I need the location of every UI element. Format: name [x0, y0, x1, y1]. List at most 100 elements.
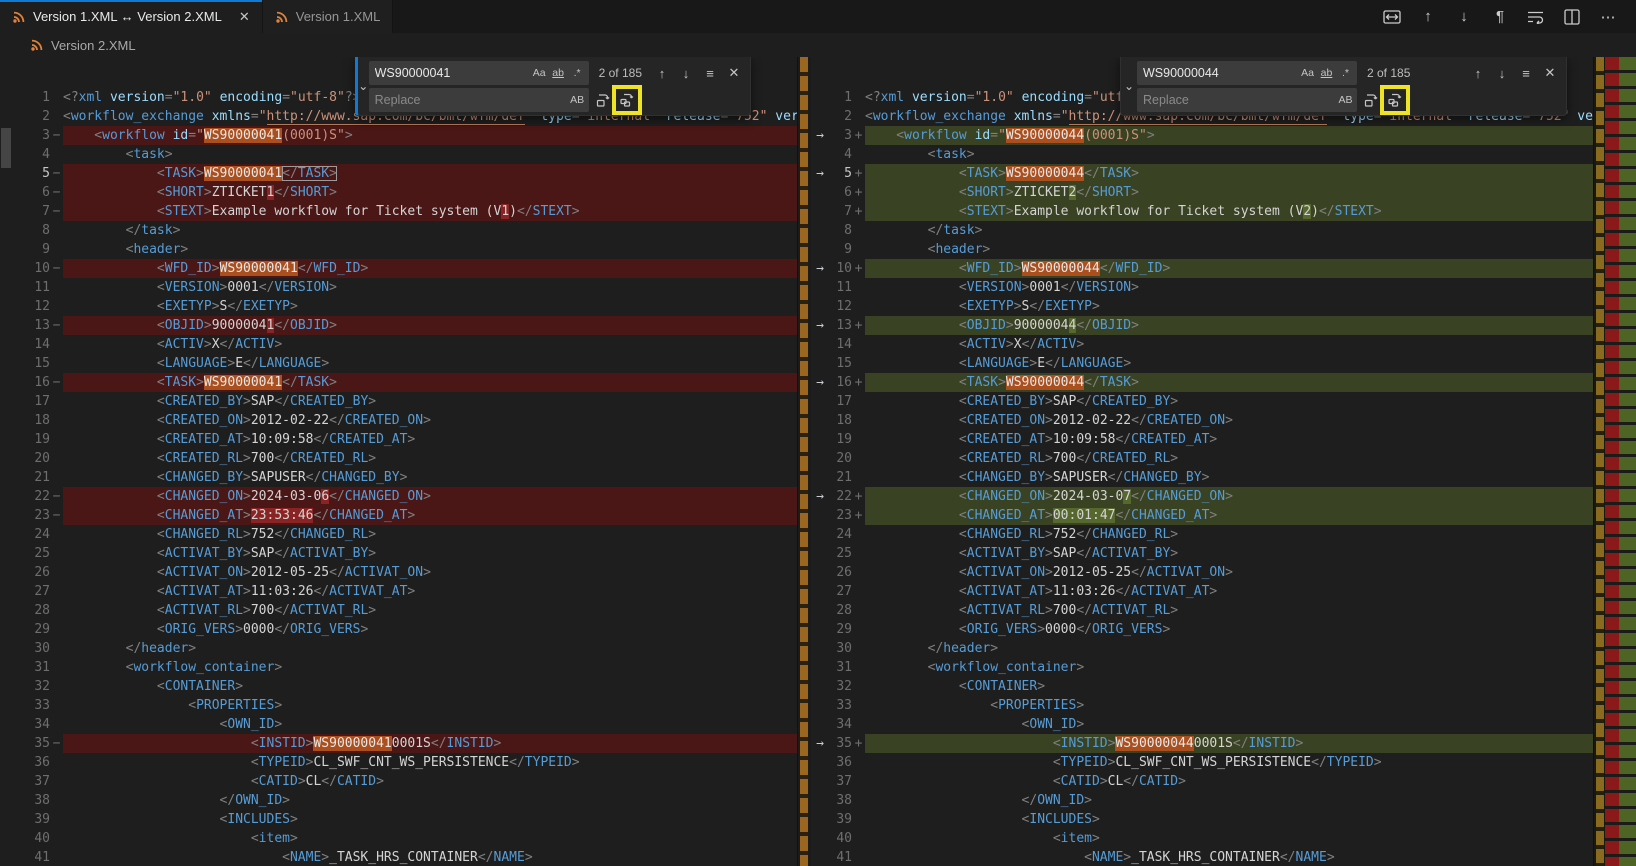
code-line[interactable]: 17 <CREATED_BY>SAP</CREATED_BY>: [0, 392, 797, 411]
code-line[interactable]: 16− <TASK>WS90000041</TASK>: [0, 373, 797, 392]
code-content[interactable]: <WFD_ID>WS90000041</WFD_ID>: [63, 259, 797, 278]
code-line[interactable]: 20 <CREATED_RL>700</CREATED_RL>: [0, 449, 797, 468]
regex-icon[interactable]: .*: [1336, 64, 1355, 83]
code-content[interactable]: <TASK>WS90000041</TASK>: [63, 164, 797, 183]
code-content[interactable]: </header>: [865, 639, 1593, 658]
code-line[interactable]: 7+ <STEXT>Example workflow for Ticket sy…: [810, 202, 1593, 221]
code-content[interactable]: <CREATED_RL>700</CREATED_RL>: [865, 449, 1593, 468]
code-line[interactable]: 6− <SHORT>ZTICKET1</SHORT>: [0, 183, 797, 202]
code-line[interactable]: 8 </task>: [810, 221, 1593, 240]
close-find-icon[interactable]: ✕: [724, 63, 744, 83]
find-input[interactable]: WS90000044 Aa ab .*: [1137, 61, 1357, 85]
code-content[interactable]: </header>: [63, 639, 797, 658]
preserve-case-icon[interactable]: AB: [1336, 91, 1355, 110]
code-content[interactable]: <ACTIVAT_AT>11:03:26</ACTIVAT_AT>: [63, 582, 797, 601]
code-line[interactable]: 18 <CREATED_ON>2012-02-22</CREATED_ON>: [0, 411, 797, 430]
code-content[interactable]: <ACTIVAT_ON>2012-05-25</ACTIVAT_ON>: [865, 563, 1593, 582]
code-line[interactable]: 11 <VERSION>0001</VERSION>: [0, 278, 797, 297]
code-content[interactable]: <CREATED_ON>2012-02-22</CREATED_ON>: [63, 411, 797, 430]
code-line[interactable]: 40 <item>: [0, 829, 797, 848]
code-content[interactable]: <NAME>_TASK_HRS_CONTAINER</NAME>: [865, 848, 1593, 866]
code-line[interactable]: 17 <CREATED_BY>SAP</CREATED_BY>: [810, 392, 1593, 411]
tab-diff-editor[interactable]: Version 1.XML ↔ Version 2.XML ✕: [0, 0, 263, 33]
replace-input[interactable]: Replace AB: [1137, 88, 1357, 112]
next-match-icon[interactable]: ↓: [1492, 63, 1512, 83]
code-line[interactable]: 8 </task>: [0, 221, 797, 240]
code-line[interactable]: 23− <CHANGED_AT>23:53:46</CHANGED_AT>: [0, 506, 797, 525]
code-content[interactable]: <OBJID>90000044</OBJID>: [865, 316, 1593, 335]
code-line[interactable]: →3+ <workflow id="WS90000044(0001)S">: [810, 126, 1593, 145]
code-content[interactable]: <TYPEID>CL_SWF_CNT_WS_PERSISTENCE</TYPEI…: [63, 753, 797, 772]
match-case-icon[interactable]: Aa: [1298, 64, 1317, 83]
code-line[interactable]: 32 <CONTAINER>: [810, 677, 1593, 696]
code-line[interactable]: 24 <CHANGED_RL>752</CHANGED_RL>: [810, 525, 1593, 544]
code-content[interactable]: </OWN_ID>: [63, 791, 797, 810]
code-line[interactable]: 26 <ACTIVAT_ON>2012-05-25</ACTIVAT_ON>: [810, 563, 1593, 582]
code-content[interactable]: <INSTID>WS900000410001S</INSTID>: [63, 734, 797, 753]
code-content[interactable]: <EXETYP>S</EXETYP>: [865, 297, 1593, 316]
code-line[interactable]: 28 <ACTIVAT_RL>700</ACTIVAT_RL>: [810, 601, 1593, 620]
code-content[interactable]: <STEXT>Example workflow for Ticket syste…: [865, 202, 1593, 221]
code-line[interactable]: 28 <ACTIVAT_RL>700</ACTIVAT_RL>: [0, 601, 797, 620]
code-content[interactable]: <TASK>WS90000044</TASK>: [865, 373, 1593, 392]
code-line[interactable]: →35+ <INSTID>WS900000440001S</INSTID>: [810, 734, 1593, 753]
code-content[interactable]: <CATID>CL</CATID>: [865, 772, 1593, 791]
code-line[interactable]: 29 <ORIG_VERS>0000</ORIG_VERS>: [0, 620, 797, 639]
code-content[interactable]: <CHANGED_RL>752</CHANGED_RL>: [865, 525, 1593, 544]
code-content[interactable]: <PROPERTIES>: [865, 696, 1593, 715]
code-line[interactable]: 31 <workflow_container>: [0, 658, 797, 677]
code-line[interactable]: 30 </header>: [810, 639, 1593, 658]
code-content[interactable]: <OWN_ID>: [865, 715, 1593, 734]
code-line[interactable]: 19 <CREATED_AT>10:09:58</CREATED_AT>: [0, 430, 797, 449]
previous-change-icon[interactable]: ↑: [1418, 7, 1438, 27]
code-line[interactable]: 31 <workflow_container>: [810, 658, 1593, 677]
code-content[interactable]: <ORIG_VERS>0000</ORIG_VERS>: [865, 620, 1593, 639]
previous-match-icon[interactable]: ↑: [1468, 63, 1488, 83]
match-case-icon[interactable]: Aa: [530, 64, 549, 83]
code-content[interactable]: </OWN_ID>: [865, 791, 1593, 810]
code-content[interactable]: <ACTIVAT_AT>11:03:26</ACTIVAT_AT>: [865, 582, 1593, 601]
code-line[interactable]: 14 <ACTIV>X</ACTIV>: [810, 335, 1593, 354]
code-line[interactable]: →16+ <TASK>WS90000044</TASK>: [810, 373, 1593, 392]
code-content[interactable]: <workflow id="WS90000041(0001)S">: [63, 126, 797, 145]
replace-all-icon[interactable]: [617, 90, 637, 110]
code-content[interactable]: <TASK>WS90000044</TASK>: [865, 164, 1593, 183]
code-content[interactable]: <ACTIVAT_RL>700</ACTIVAT_RL>: [63, 601, 797, 620]
code-line[interactable]: 35− <INSTID>WS900000410001S</INSTID>: [0, 734, 797, 753]
close-tab-icon[interactable]: ✕: [239, 9, 250, 25]
code-line[interactable]: →10+ <WFD_ID>WS90000044</WFD_ID>: [810, 259, 1593, 278]
code-line[interactable]: 4 <task>: [810, 145, 1593, 164]
find-in-selection-icon[interactable]: ≡: [1516, 63, 1536, 83]
code-line[interactable]: 3− <workflow id="WS90000041(0001)S">: [0, 126, 797, 145]
code-line[interactable]: 27 <ACTIVAT_AT>11:03:26</ACTIVAT_AT>: [0, 582, 797, 601]
code-content[interactable]: <task>: [865, 145, 1593, 164]
code-content[interactable]: <CREATED_AT>10:09:58</CREATED_AT>: [865, 430, 1593, 449]
original-editor-pane[interactable]: 1<?xml version="1.0" encoding="utf-8"?>2…: [0, 57, 797, 866]
code-content[interactable]: <ACTIV>X</ACTIV>: [865, 335, 1593, 354]
code-line[interactable]: 18 <CREATED_ON>2012-02-22</CREATED_ON>: [810, 411, 1593, 430]
tab-version1[interactable]: Version 1.XML: [263, 0, 394, 33]
code-line[interactable]: 25 <ACTIVAT_BY>SAP</ACTIVAT_BY>: [0, 544, 797, 563]
code-line[interactable]: 15 <LANGUAGE>E</LANGUAGE>: [0, 354, 797, 373]
code-line[interactable]: 14 <ACTIV>X</ACTIV>: [0, 335, 797, 354]
code-line[interactable]: 12 <EXETYP>S</EXETYP>: [0, 297, 797, 316]
code-content[interactable]: <CATID>CL</CATID>: [63, 772, 797, 791]
code-content[interactable]: <TYPEID>CL_SWF_CNT_WS_PERSISTENCE</TYPEI…: [865, 753, 1593, 772]
code-line[interactable]: 38 </OWN_ID>: [810, 791, 1593, 810]
replace-input[interactable]: Replace AB: [369, 88, 589, 112]
code-content[interactable]: <SHORT>ZTICKET1</SHORT>: [63, 183, 797, 202]
code-line[interactable]: 33 <PROPERTIES>: [0, 696, 797, 715]
code-line[interactable]: 22− <CHANGED_ON>2024-03-06</CHANGED_ON>: [0, 487, 797, 506]
code-line[interactable]: 27 <ACTIVAT_AT>11:03:26</ACTIVAT_AT>: [810, 582, 1593, 601]
code-line[interactable]: 6+ <SHORT>ZTICKET2</SHORT>: [810, 183, 1593, 202]
code-content[interactable]: <INCLUDES>: [865, 810, 1593, 829]
code-content[interactable]: <VERSION>0001</VERSION>: [63, 278, 797, 297]
code-line[interactable]: 41 <NAME>_TASK_HRS_CONTAINER</NAME>: [0, 848, 797, 866]
code-line[interactable]: 13− <OBJID>90000041</OBJID>: [0, 316, 797, 335]
code-content[interactable]: </task>: [865, 221, 1593, 240]
code-content[interactable]: <task>: [63, 145, 797, 164]
previous-match-icon[interactable]: ↑: [652, 63, 672, 83]
code-line[interactable]: 5− <TASK>WS90000041</TASK>: [0, 164, 797, 183]
code-content[interactable]: <ACTIVAT_RL>700</ACTIVAT_RL>: [865, 601, 1593, 620]
code-content[interactable]: <ACTIVAT_ON>2012-05-25</ACTIVAT_ON>: [63, 563, 797, 582]
